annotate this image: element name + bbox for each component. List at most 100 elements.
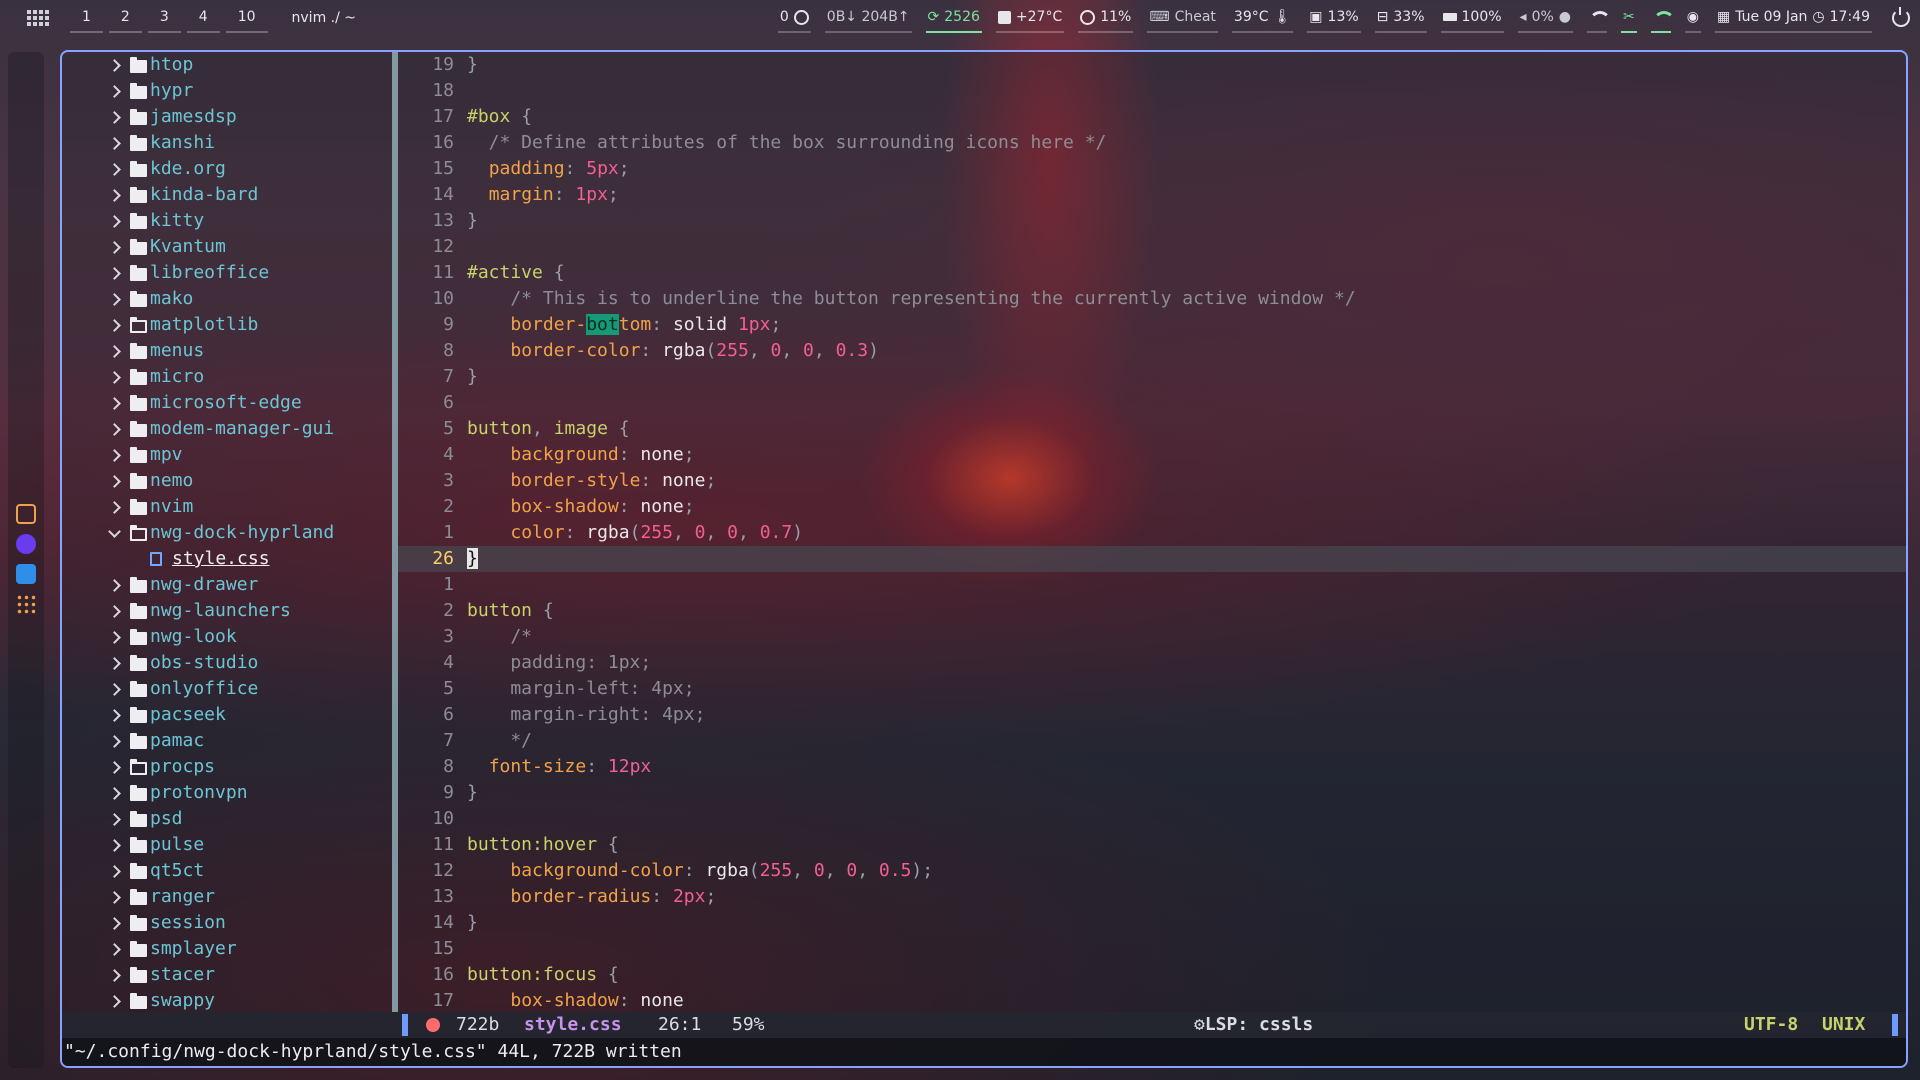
tree-folder-item[interactable]: psd (62, 806, 392, 832)
chevron-right-icon[interactable] (108, 995, 121, 1008)
code-line[interactable]: 4 padding: 1px; (398, 650, 1906, 676)
tree-folder-item[interactable]: Kvantum (62, 234, 392, 260)
code-line[interactable]: 15 padding: 5px; (398, 156, 1906, 182)
code-line[interactable]: 1 color: rgba(255, 0, 0, 0.7) (398, 520, 1906, 546)
tree-folder-item[interactable]: nwg-drawer (62, 572, 392, 598)
code-line[interactable]: 14 margin: 1px; (398, 182, 1906, 208)
file-manager-app-icon[interactable] (16, 564, 36, 584)
cheat-module[interactable]: ⌨ Cheat (1147, 3, 1218, 33)
tree-folder-item[interactable]: pacseek (62, 702, 392, 728)
chevron-right-icon[interactable] (108, 917, 121, 930)
code-line[interactable]: 5 button, image { (398, 416, 1906, 442)
tree-folder-item[interactable]: microsoft-edge (62, 390, 392, 416)
chevron-right-icon[interactable] (108, 813, 121, 826)
code-line[interactable]: 12 (398, 234, 1906, 260)
code-line[interactable]: 5 margin-left: 4px; (398, 676, 1906, 702)
idle-inhibitor-module[interactable]: ◉ (1684, 3, 1701, 33)
wifi-module[interactable] (1587, 3, 1612, 33)
chevron-right-icon[interactable] (108, 865, 121, 878)
battery-module[interactable]: 100% (1440, 3, 1504, 33)
tree-folder-item[interactable]: libreoffice (62, 260, 392, 286)
chevron-right-icon[interactable] (108, 371, 121, 384)
chevron-right-icon[interactable] (108, 839, 121, 852)
tree-folder-item[interactable]: htop (62, 52, 392, 78)
code-line[interactable]: 8 border-color: rgba(255, 0, 0, 0.3) (398, 338, 1906, 364)
code-line[interactable]: 18 (398, 78, 1906, 104)
temperature-module[interactable]: 39°C 🌡︎ (1231, 3, 1294, 33)
tree-folder-item[interactable]: smplayer (62, 936, 392, 962)
chevron-right-icon[interactable] (108, 59, 121, 72)
code-line[interactable]: 11 #active { (398, 260, 1906, 286)
chevron-right-icon[interactable] (108, 423, 121, 436)
code-line[interactable]: 10 (398, 806, 1906, 832)
notifications-module[interactable]: 0 (777, 3, 811, 33)
tree-folder-item[interactable]: hypr (62, 78, 392, 104)
tree-folder-item[interactable]: kinda-bard (62, 182, 392, 208)
chevron-right-icon[interactable] (108, 449, 121, 462)
workspace-3[interactable]: 3 (147, 3, 181, 33)
terminal-app-icon[interactable] (16, 504, 36, 524)
tree-folder-item[interactable]: kde.org (62, 156, 392, 182)
code-line[interactable]: 9} (398, 780, 1906, 806)
code-line[interactable]: 7} (398, 364, 1906, 390)
tree-folder-item[interactable]: nvim (62, 494, 392, 520)
code-line[interactable]: 12 background-color: rgba(255, 0, 0, 0.5… (398, 858, 1906, 884)
chevron-right-icon[interactable] (108, 761, 121, 774)
browser-app-icon[interactable] (16, 534, 36, 554)
tree-folder-item[interactable]: micro (62, 364, 392, 390)
weather-module[interactable]: +27°C (995, 3, 1065, 33)
volume-module[interactable]: ◂ 0% ● (1517, 3, 1574, 33)
chevron-right-icon[interactable] (108, 683, 121, 696)
tree-file-item[interactable]: style.css (62, 546, 392, 572)
tree-folder-item[interactable]: kanshi (62, 130, 392, 156)
chevron-right-icon[interactable] (108, 397, 121, 410)
tree-folder-item[interactable]: protonvpn (62, 780, 392, 806)
code-line[interactable]: 8 font-size: 12px (398, 754, 1906, 780)
tree-folder-item[interactable]: mpv (62, 442, 392, 468)
tree-folder-item[interactable]: mako (62, 286, 392, 312)
code-line[interactable]: 1 (398, 572, 1906, 598)
tree-folder-item[interactable]: session (62, 910, 392, 936)
app-grid-icon[interactable] (16, 594, 36, 614)
code-line[interactable]: 3 /* (398, 624, 1906, 650)
tree-folder-item[interactable]: nemo (62, 468, 392, 494)
app-launcher-icon[interactable] (26, 6, 50, 30)
code-line[interactable]: 13} (398, 208, 1906, 234)
tree-folder-item[interactable]: menus (62, 338, 392, 364)
chevron-right-icon[interactable] (108, 709, 121, 722)
tree-folder-item[interactable]: jamesdsp (62, 104, 392, 130)
cpu-module[interactable]: 11% (1078, 3, 1134, 33)
tree-folder-item[interactable]: pulse (62, 832, 392, 858)
code-line[interactable]: 16 button:focus { (398, 962, 1906, 988)
tree-folder-item[interactable]: onlyoffice (62, 676, 392, 702)
network-speed-module[interactable]: 0B↓ 204B↑ (824, 3, 912, 33)
wifi-signal-module[interactable] (1650, 3, 1675, 33)
code-line[interactable]: 2 button { (398, 598, 1906, 624)
power-icon[interactable] (1892, 7, 1910, 27)
chevron-right-icon[interactable] (108, 85, 121, 98)
tree-folder-item[interactable]: ranger (62, 884, 392, 910)
tree-folder-item[interactable]: nwg-dock-hyprland (62, 520, 392, 546)
updates-module[interactable]: ⟳ 2526 (925, 3, 982, 33)
chevron-down-icon[interactable] (108, 525, 121, 538)
chevron-right-icon[interactable] (108, 293, 121, 306)
tree-folder-item[interactable]: procps (62, 754, 392, 780)
chevron-right-icon[interactable] (108, 215, 121, 228)
tree-folder-item[interactable]: matplotlib (62, 312, 392, 338)
chevron-right-icon[interactable] (108, 319, 121, 332)
workspace-10[interactable]: 10 (225, 3, 268, 33)
chevron-right-icon[interactable] (108, 267, 121, 280)
workspace-1[interactable]: 1 (70, 3, 103, 33)
current-code-line[interactable]: 26} (398, 546, 1906, 572)
chevron-right-icon[interactable] (108, 163, 121, 176)
chevron-right-icon[interactable] (108, 657, 121, 670)
chevron-right-icon[interactable] (108, 137, 121, 150)
code-line[interactable]: 13 border-radius: 2px; (398, 884, 1906, 910)
chevron-right-icon[interactable] (108, 501, 121, 514)
tree-folder-item[interactable]: swappy (62, 988, 392, 1014)
workspace-2[interactable]: 2 (108, 3, 142, 33)
code-line[interactable]: 16 /* Define attributes of the box surro… (398, 130, 1906, 156)
chevron-right-icon[interactable] (108, 631, 121, 644)
tree-folder-item[interactable]: qt5ct (62, 858, 392, 884)
clock-module[interactable]: ▦ Tue 09 Jan ◷ 17:49 (1714, 3, 1872, 33)
